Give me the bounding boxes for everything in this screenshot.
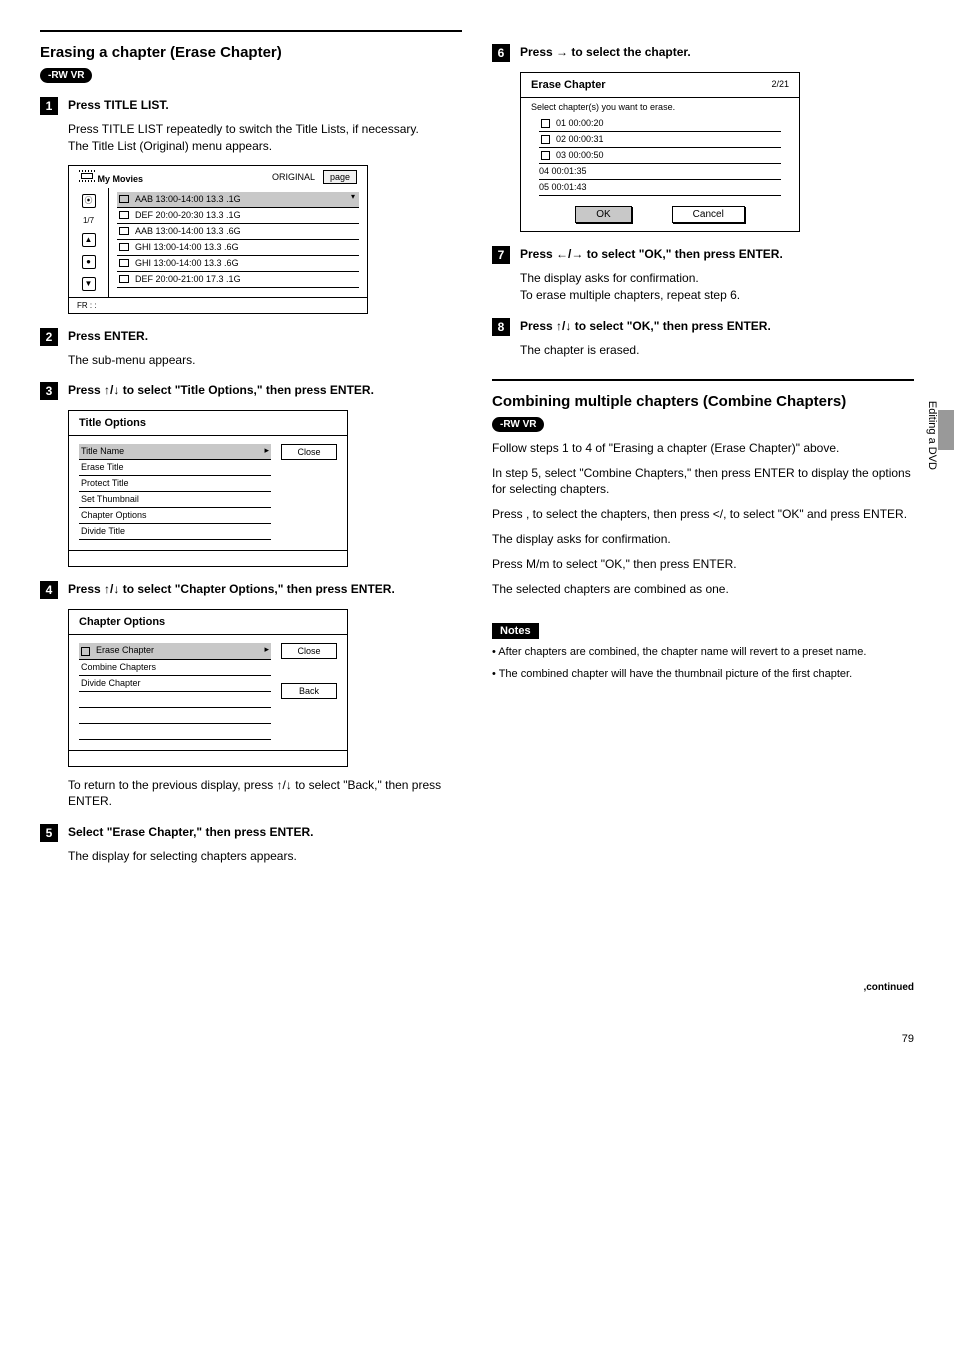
step4-text: Press ↑/↓ to select "Chapter Options," t… [68,581,395,598]
step7-num: 7 [492,246,510,264]
combine-p3: Press , to select the chapters, then pre… [492,506,914,523]
step6-num: 6 [492,44,510,62]
option-row [79,724,271,740]
option-row: Erase Chapter [79,643,271,659]
step1-sub2: The Title List (Original) menu appears. [68,138,462,155]
step5-sub: The display for selecting chapters appea… [68,848,462,865]
title-row: AAB 13:00-14:00 13.3 .1G [117,192,359,208]
title-row: DEF 20:00-21:00 17.3 .1G [117,272,359,288]
note2: • The combined chapter will have the thu… [492,667,914,682]
option-row [79,708,271,724]
side-tab-marker [938,410,954,450]
option-row: Divide Title [79,524,271,540]
shot4-header: Erase Chapter [531,79,606,91]
combine-p4: The display asks for confirmation. [492,531,914,548]
step5-num: 5 [40,824,58,842]
shot1-original: ORIGINAL [272,172,315,182]
title-row: GHI 13:00-14:00 13.3 .6G [117,256,359,272]
step7-sub: The display asks for confirmation. [520,270,914,287]
option-row: Divide Chapter [79,676,271,692]
shot4-sub: Select chapter(s) you want to erase. [521,98,799,116]
combine-p1: Follow steps 1 to 4 of "Erasing a chapte… [492,440,914,457]
chapter-row: 02 00:00:31 [539,132,781,148]
erase-chapter-screenshot: Erase Chapter 2/21 Select chapter(s) you… [520,72,800,232]
note1: • After chapters are combined, the chapt… [492,645,914,660]
rw-vr-badge-right: -RW VR [492,417,544,432]
shot1-footer: FR : : [69,297,367,313]
step3-text: Press ↑/↓ to select "Title Options," the… [68,382,374,399]
combine-p5: Press M/m to select "OK," then press ENT… [492,556,914,573]
shot1-header: My Movies [98,174,144,184]
rw-vr-badge-left: -RW VR [40,68,92,83]
erase-chapter-heading: Erasing a chapter (Erase Chapter) [40,44,462,61]
chapter-options-screenshot: Chapter Options Erase Chapter Combine Ch… [68,609,348,766]
shot3-header: Chapter Options [69,610,347,635]
close-btn: Close [281,643,337,659]
option-row: Combine Chapters [79,660,271,676]
sidebar-down-icon: ▼ [82,277,96,291]
chapter-row: 05 00:01:43 [539,180,781,196]
title-list-original-screenshot: My Movies ORIGINAL page ⦿ 1/7 ▲ ● ▼ AAB … [68,165,368,314]
step6-text: Press → to select the chapter. [520,44,691,61]
option-row: Title Name [79,444,271,460]
step1-num: 1 [40,97,58,115]
page-number: 79 [0,1033,954,1065]
step1-sub1: Press TITLE LIST repeatedly to switch th… [68,121,462,138]
step2-num: 2 [40,328,58,346]
title-row: AAB 13:00-14:00 13.3 .6G [117,224,359,240]
step8-text: Press ↑/↓ to select "OK," then press ENT… [520,318,771,335]
chapter-row: 01 00:00:20 [539,116,781,132]
option-row: Protect Title [79,476,271,492]
option-row [79,692,271,708]
shot4-count: 2/21 [771,79,789,91]
step2-text: Press ENTER. [68,328,148,345]
step8-sub: The chapter is erased. [520,342,914,359]
step7-extra: To erase multiple chapters, repeat step … [520,287,914,304]
continued-indicator: ,continued [492,982,914,993]
combine-p6: The selected chapters are combined as on… [492,581,914,598]
sidebar-up-icon: ▲ [82,233,96,247]
ok-btn: OK [575,206,631,223]
step5-text: Select "Erase Chapter," then press ENTER… [68,824,313,841]
shot1-count: 1/7 [83,216,94,225]
close-btn: Close [281,444,337,460]
step1-text: Press TITLE LIST. [68,97,169,114]
title-options-screenshot: Title Options Title Name Erase Title Pro… [68,410,348,567]
chapter-row: 04 00:01:35 [539,164,781,180]
option-row: Chapter Options [79,508,271,524]
combine-p2: In step 5, select "Combine Chapters," th… [492,465,914,499]
title-row: GHI 13:00-14:00 13.3 .6G [117,240,359,256]
sidebar-disc-icon: ⦿ [82,194,96,208]
chapter-row: 03 00:00:50 [539,148,781,164]
step2-sub: The sub-menu appears. [68,352,462,369]
option-row: Erase Title [79,460,271,476]
step4-extra: To return to the previous display, press… [68,777,462,811]
step7-text: Press ←/→ to select "OK," then press ENT… [520,246,783,263]
back-btn: Back [281,683,337,699]
sidebar-play-icon: ● [82,255,96,269]
cancel-btn: Cancel [672,206,745,223]
shot1-page-btn: page [323,170,357,184]
option-row: Set Thumbnail [79,492,271,508]
combine-chapters-heading: Combining multiple chapters (Combine Cha… [492,393,914,410]
title-row: DEF 20:00-20:30 13.3 .1G [117,208,359,224]
side-label: Editing a DVD [926,401,938,470]
shot2-header: Title Options [69,411,347,436]
notes-label: Notes [492,623,539,639]
step4-num: 4 [40,581,58,599]
step3-num: 3 [40,382,58,400]
step8-num: 8 [492,318,510,336]
